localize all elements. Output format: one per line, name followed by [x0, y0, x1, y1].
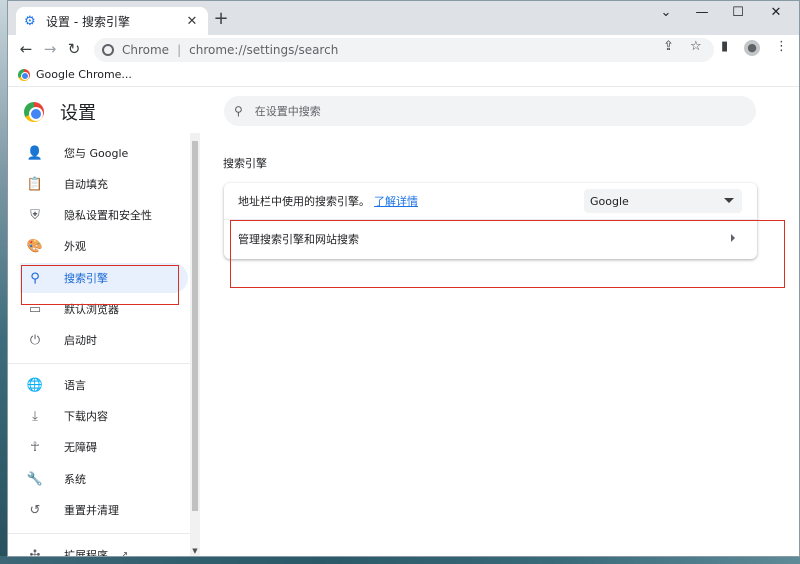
sidebar-item-autofill[interactable]: 📋 自动填充 [20, 169, 188, 199]
search-input[interactable] [254, 104, 655, 118]
reload-button[interactable]: ↻ [62, 37, 86, 61]
toolbar: ← → ↻ Chrome | chrome://settings/search … [8, 35, 799, 63]
dropdown-arrow-icon [724, 198, 734, 203]
clipboard-icon: 📋 [26, 176, 44, 192]
address-bar[interactable]: Chrome | chrome://settings/search [94, 38, 714, 62]
settings-page: 设置 👤 您与 Google 📋 自动填充 ⛨ 隐私设置和安全性 🎨 外观 ⚲ … [8, 87, 799, 557]
scrollbar-thumb[interactable] [192, 141, 198, 511]
sidebar-divider [8, 363, 190, 364]
restore-icon: ↺ [29, 502, 41, 518]
sidebar-item-label: 系统 [64, 473, 86, 486]
settings-header: 设置 [24, 99, 96, 125]
minimize-button[interactable]: — [684, 1, 720, 27]
sidebar-item-label: 外观 [64, 240, 86, 253]
desktop-background-bottom [0, 556, 800, 564]
sidebar-item-you-and-google[interactable]: 👤 您与 Google [20, 138, 188, 168]
open-in-new-icon: ↗ [120, 549, 129, 557]
accessibility-icon: ☥ [30, 439, 40, 455]
sidebar-item-privacy[interactable]: ⛨ 隐私设置和安全性 [20, 200, 188, 230]
bookmarks-bar: Google Chrome... [8, 63, 799, 87]
sidebar-divider [8, 533, 190, 534]
browser-window: ⚙ 设置 - 搜索引擎 ✕ + ⌄ — ☐ ✕ ← → ↻ Chrome | c… [7, 0, 800, 557]
sidebar-item-label: 下载内容 [64, 410, 108, 423]
settings-sidebar: 👤 您与 Google 📋 自动填充 ⛨ 隐私设置和安全性 🎨 外观 ⚲ 搜索引… [8, 133, 204, 557]
globe-icon: 🌐 [26, 377, 44, 393]
bookmark-item[interactable]: Google Chrome... [36, 68, 132, 81]
section-title: 搜索引擎 [223, 157, 267, 170]
puzzle-icon: ✣ [29, 547, 41, 557]
sidebar-item-reset[interactable]: ↺ 重置并清理 [20, 495, 188, 525]
sidebar-item-label: 扩展程序 [64, 549, 108, 557]
bookmark-star-icon[interactable]: ☆ [690, 39, 702, 54]
search-engine-label: 地址栏中使用的搜索引擎。 [238, 195, 370, 208]
search-icon: ⚲ [234, 104, 243, 118]
search-engine-row: 地址栏中使用的搜索引擎。 了解详情 Google [224, 183, 757, 219]
download-icon: ⤓ [32, 408, 38, 424]
share-icon[interactable]: ⇪ [663, 39, 674, 54]
sidebar-item-on-startup[interactable]: ⏻ 启动时 [20, 325, 188, 355]
new-tab-button[interactable]: + [211, 10, 231, 30]
sidebar-item-label: 无障碍 [64, 441, 97, 454]
url-text[interactable]: chrome://settings/search [189, 43, 338, 57]
tab-settings[interactable]: ⚙ 设置 - 搜索引擎 ✕ [16, 7, 208, 35]
sidebar-item-extensions[interactable]: ✣ 扩展程序 ↗ [20, 540, 188, 557]
shield-icon: ⛨ [30, 207, 40, 223]
annotation-highlight-search-engine [21, 265, 179, 305]
chrome-logo-icon [18, 68, 30, 81]
profile-avatar[interactable]: ● [744, 40, 760, 56]
sidebar-item-downloads[interactable]: ⤓ 下载内容 [20, 401, 188, 431]
side-panel-icon[interactable]: ▮ [721, 39, 728, 54]
search-engine-select[interactable]: Google [584, 189, 742, 213]
tab-search-chevron-icon[interactable]: ⌄ [648, 1, 684, 27]
forward-button[interactable]: → [38, 37, 62, 61]
sidebar-item-label: 您与 Google [64, 147, 129, 160]
gear-icon: ⚙ [24, 13, 36, 29]
settings-search[interactable]: ⚲ [224, 96, 756, 126]
tab-close-icon[interactable]: ✕ [184, 14, 200, 29]
wrench-icon: 🔧 [26, 471, 44, 487]
chrome-logo-icon [24, 102, 44, 122]
learn-more-link[interactable]: 了解详情 [374, 193, 418, 209]
sidebar-item-accessibility[interactable]: ☥ 无障碍 [20, 432, 188, 462]
power-icon: ⏻ [29, 332, 41, 348]
sidebar-item-label: 启动时 [64, 334, 97, 347]
chrome-label: Chrome [122, 43, 170, 57]
chrome-site-icon [102, 44, 114, 56]
sidebar-item-system[interactable]: 🔧 系统 [20, 464, 188, 494]
sidebar-item-label: 语言 [64, 379, 86, 392]
sidebar-item-languages[interactable]: 🌐 语言 [20, 370, 188, 400]
close-window-button[interactable]: ✕ [758, 1, 794, 27]
sidebar-scrollbar[interactable]: ▼ [190, 133, 200, 556]
sidebar-item-label: 重置并清理 [64, 504, 119, 517]
menu-icon[interactable]: ⋮ [775, 39, 788, 54]
maximize-button[interactable]: ☐ [720, 1, 756, 27]
url-separator: | [177, 43, 182, 57]
annotation-highlight-manage-row [230, 220, 785, 288]
title-bar: ⚙ 设置 - 搜索引擎 ✕ + ⌄ — ☐ ✕ [8, 1, 799, 35]
back-button[interactable]: ← [14, 37, 38, 61]
sidebar-item-appearance[interactable]: 🎨 外观 [20, 231, 188, 261]
sidebar-item-label: 隐私设置和安全性 [64, 209, 152, 222]
sidebar-item-label: 自动填充 [64, 178, 108, 191]
selected-engine: Google [590, 194, 629, 208]
scroll-down-arrow-icon[interactable]: ▼ [190, 547, 200, 555]
palette-icon: 🎨 [26, 238, 44, 254]
person-icon: 👤 [26, 145, 44, 161]
tab-title: 设置 - 搜索引擎 [46, 14, 130, 29]
page-title: 设置 [60, 103, 96, 124]
